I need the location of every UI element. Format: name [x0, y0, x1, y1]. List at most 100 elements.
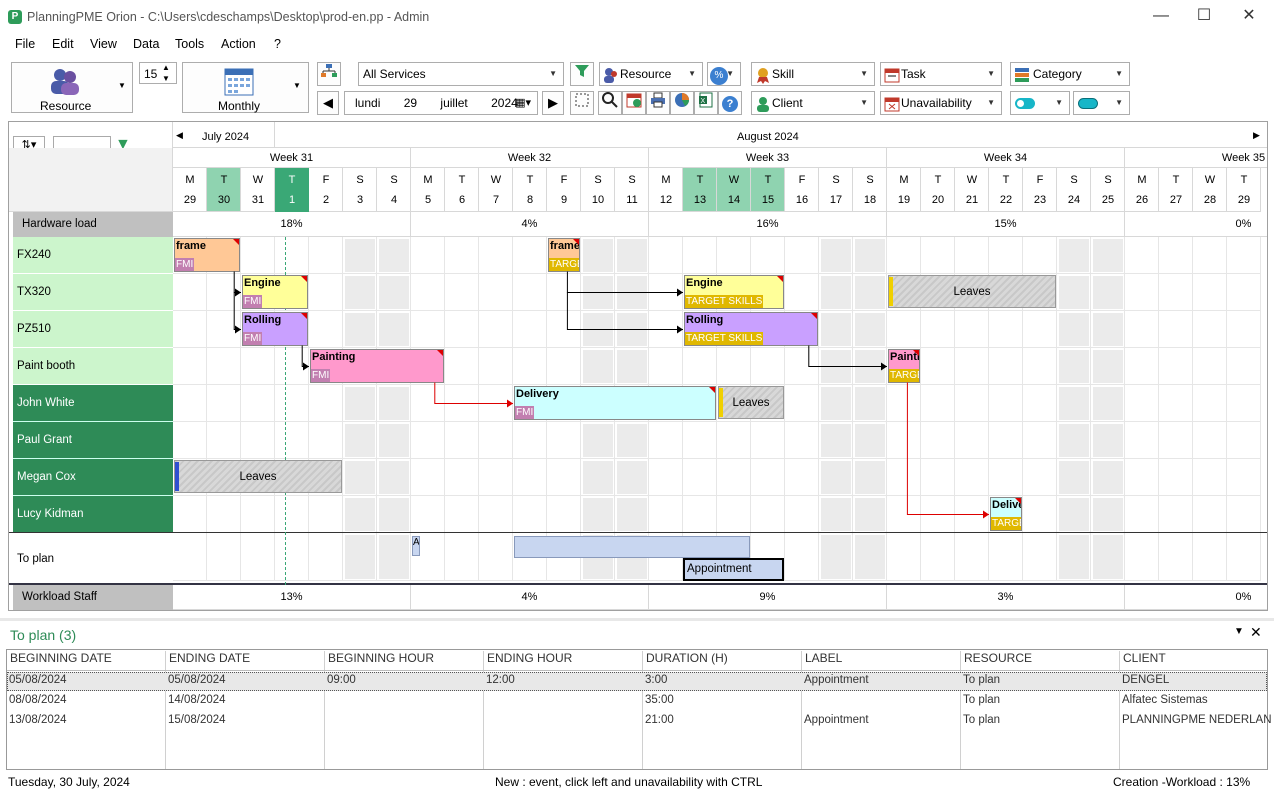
grid-cell[interactable]	[1023, 348, 1057, 385]
grid-cell[interactable]	[717, 496, 751, 533]
grid-cell[interactable]	[1159, 459, 1193, 496]
grid-cell[interactable]	[1125, 422, 1159, 459]
grid-cell[interactable]	[1227, 311, 1261, 348]
grid-cell[interactable]	[785, 422, 819, 459]
grid-cell[interactable]	[513, 237, 547, 274]
grid-cell[interactable]	[887, 496, 921, 533]
grid-cell[interactable]	[751, 496, 785, 533]
grid-cell[interactable]	[1125, 385, 1159, 422]
task-bar[interactable]: PaintiTARGE	[888, 349, 920, 383]
to-plan-item-small[interactable]: A	[412, 536, 420, 556]
grid-cell[interactable]	[1023, 422, 1057, 459]
table-column-header[interactable]: RESOURCE	[964, 651, 1032, 669]
resource-row-label[interactable]: TX320	[13, 274, 173, 311]
grid-cell[interactable]	[921, 237, 955, 274]
grid-cell[interactable]	[1159, 348, 1193, 385]
grid-cell[interactable]	[785, 237, 819, 274]
table-column-header[interactable]: DURATION (H)	[646, 651, 728, 669]
task-bar[interactable]: frameTARGE	[548, 238, 580, 272]
grid-cell[interactable]	[445, 422, 479, 459]
grid-cell[interactable]	[207, 422, 241, 459]
grid-cell[interactable]	[445, 385, 479, 422]
grid-cell[interactable]	[955, 422, 989, 459]
grid-cell[interactable]	[683, 496, 717, 533]
grid-cell[interactable]	[207, 274, 241, 311]
grid-cell[interactable]	[479, 422, 513, 459]
grid-cell[interactable]	[547, 311, 581, 348]
grid-cell[interactable]	[241, 496, 275, 533]
date-picker[interactable]: lundi 29 juillet 2024 ▦▾	[344, 91, 538, 115]
grid-cell[interactable]	[1159, 533, 1193, 581]
grid-cell[interactable]	[411, 422, 445, 459]
menu-item-4[interactable]: Tools	[175, 37, 204, 51]
resource-row-label[interactable]: Megan Cox	[13, 459, 173, 496]
grid-cell[interactable]	[275, 385, 309, 422]
grid-cell[interactable]	[717, 348, 751, 385]
grid-cell[interactable]	[173, 533, 207, 581]
grid-cell[interactable]	[921, 496, 955, 533]
grid-cell[interactable]	[411, 311, 445, 348]
grid-cell[interactable]	[513, 422, 547, 459]
to-plan-item-bar[interactable]	[514, 536, 750, 558]
month-next-icon[interactable]: ▶	[1253, 130, 1260, 141]
grid-cell[interactable]	[1159, 237, 1193, 274]
next-arrow-icon[interactable]: ▶	[542, 91, 564, 115]
grid-cell[interactable]	[241, 348, 275, 385]
grid-cell[interactable]	[275, 496, 309, 533]
menu-item-5[interactable]: Action	[221, 37, 256, 51]
grid-cell[interactable]	[1023, 237, 1057, 274]
grid-cell[interactable]	[989, 348, 1023, 385]
panel-close-icon[interactable]: ✕	[1250, 624, 1262, 641]
grid-cell[interactable]	[547, 496, 581, 533]
month-prev-icon[interactable]: ◀	[176, 130, 183, 141]
task-bar[interactable]: Painting FMI	[310, 349, 444, 383]
grid-cell[interactable]	[445, 311, 479, 348]
services-select[interactable]: All Services ▼	[358, 62, 564, 86]
grid-cell[interactable]	[717, 422, 751, 459]
grid-cell[interactable]	[513, 274, 547, 311]
grid-cell[interactable]	[207, 385, 241, 422]
grid-cell[interactable]	[309, 274, 343, 311]
leave-block[interactable]: Leaves	[718, 386, 784, 419]
excel-icon[interactable]: X	[694, 91, 718, 115]
resource-row-label[interactable]: Lucy Kidman	[13, 496, 173, 533]
grid-cell[interactable]	[173, 348, 207, 385]
grid-cell[interactable]	[1159, 274, 1193, 311]
grid-cell[interactable]	[1125, 237, 1159, 274]
grid-cell[interactable]	[683, 237, 717, 274]
grid-cell[interactable]	[955, 385, 989, 422]
grid-cell[interactable]	[479, 348, 513, 385]
monthly-view-button[interactable]: Monthly ▼	[182, 62, 309, 113]
grid-cell[interactable]	[1159, 385, 1193, 422]
grid-cell[interactable]	[513, 311, 547, 348]
grid-cell[interactable]	[717, 237, 751, 274]
grid-cell[interactable]	[989, 533, 1023, 581]
grid-cell[interactable]	[1227, 422, 1261, 459]
grid-cell[interactable]	[309, 385, 343, 422]
grid-cell[interactable]	[1227, 496, 1261, 533]
grid-cell[interactable]	[1227, 274, 1261, 311]
grid-cell[interactable]	[921, 311, 955, 348]
grid-cell[interactable]	[1227, 459, 1261, 496]
grid-cell[interactable]	[309, 533, 343, 581]
grid-cell[interactable]	[751, 422, 785, 459]
close-icon[interactable]: ✕	[1238, 6, 1260, 26]
grid-cell[interactable]	[309, 422, 343, 459]
grid-cell[interactable]	[513, 348, 547, 385]
grid-cell[interactable]	[173, 311, 207, 348]
grid-cell[interactable]	[785, 533, 819, 581]
to-plan-label[interactable]: To plan	[13, 533, 173, 585]
grid-cell[interactable]	[173, 385, 207, 422]
grid-cell[interactable]	[989, 385, 1023, 422]
grid-cell[interactable]	[921, 385, 955, 422]
task-bar[interactable]: DeliveTARGE	[990, 497, 1022, 531]
grid-cell[interactable]	[921, 422, 955, 459]
grid-cell[interactable]	[241, 422, 275, 459]
calendar-add-icon[interactable]	[622, 91, 646, 115]
grid-cell[interactable]	[275, 533, 309, 581]
grid-cell[interactable]	[445, 348, 479, 385]
grid-cell[interactable]	[241, 385, 275, 422]
grid-cell[interactable]	[1159, 311, 1193, 348]
grid-cell[interactable]	[1227, 237, 1261, 274]
grid-cell[interactable]	[649, 348, 683, 385]
